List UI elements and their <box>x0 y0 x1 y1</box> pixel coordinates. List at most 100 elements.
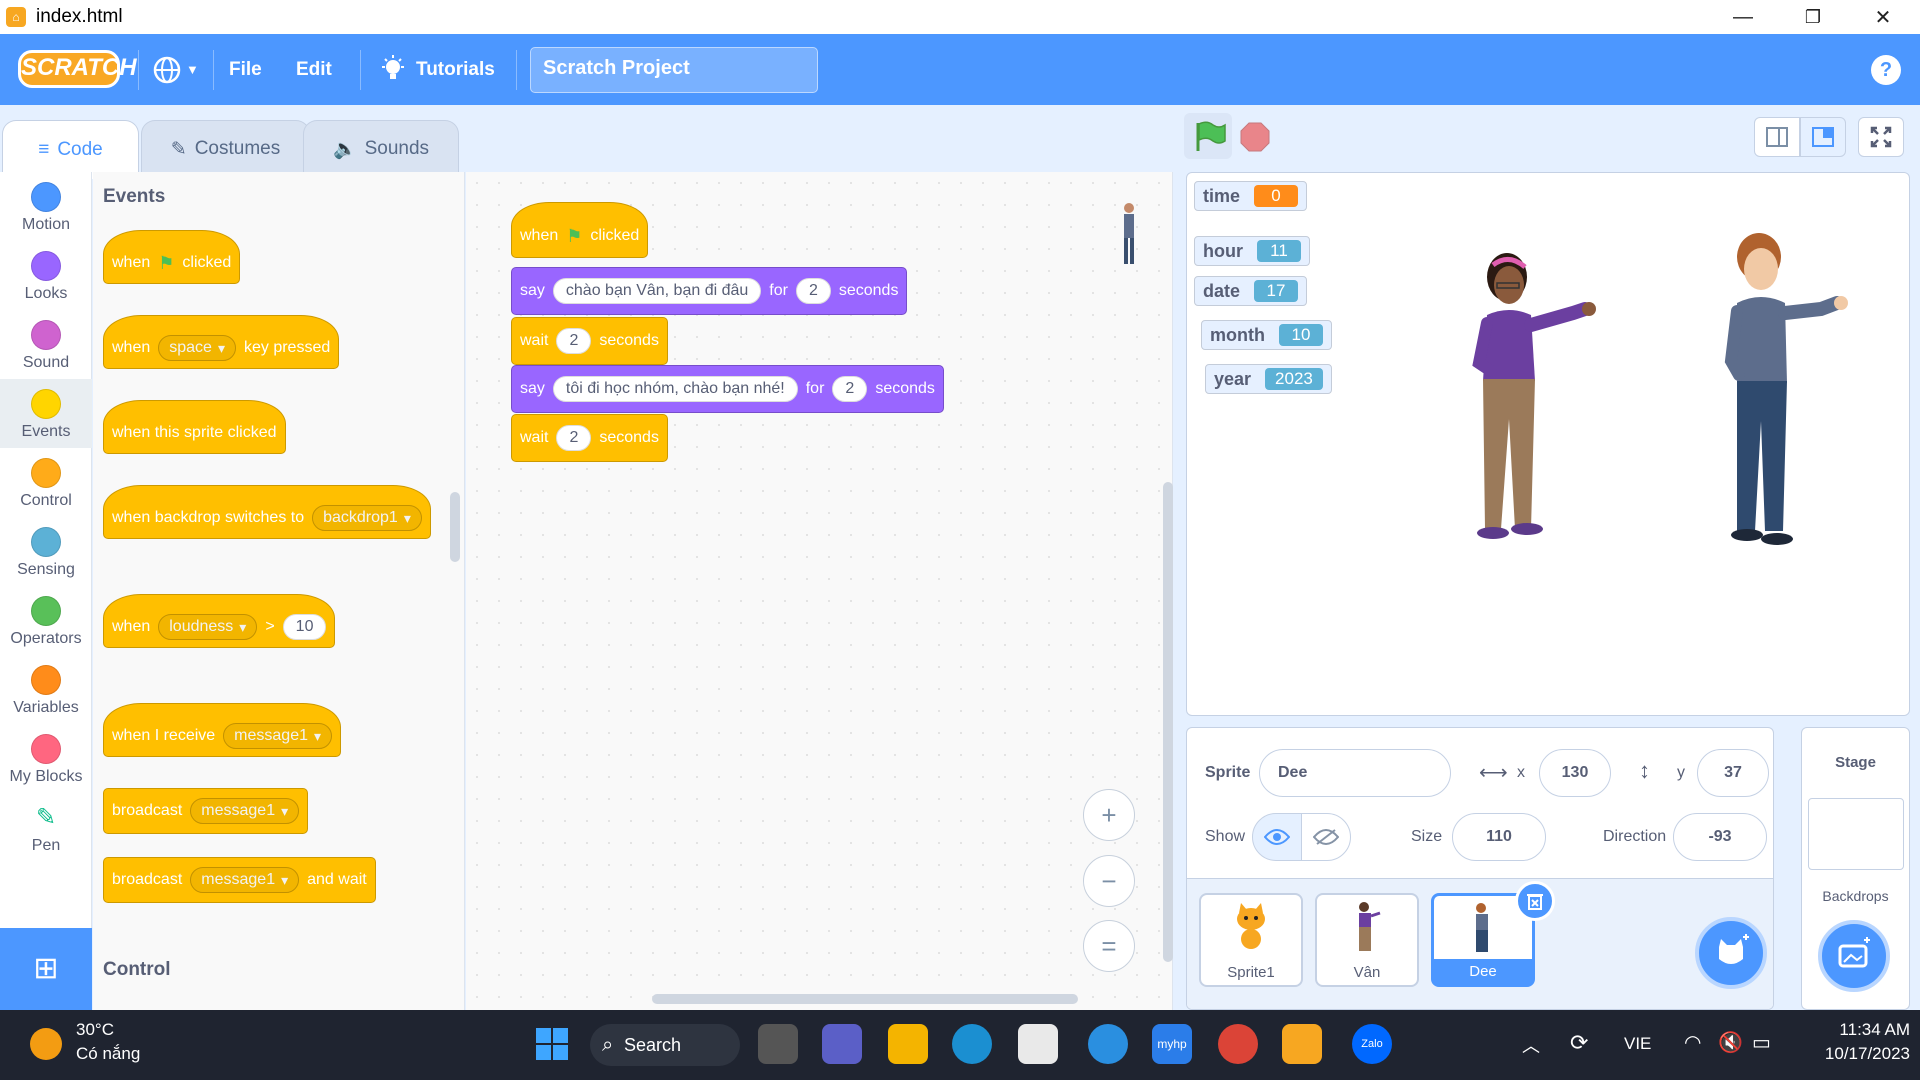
category-my-blocks[interactable]: My Blocks <box>0 724 92 793</box>
chrome-icon[interactable] <box>1218 1024 1258 1064</box>
tab-costumes[interactable]: ✎ Costumes <box>141 120 310 177</box>
file-menu[interactable]: File <box>229 34 262 105</box>
help-button[interactable]: ? <box>1871 55 1901 85</box>
monitor-month[interactable]: month 10 <box>1201 320 1332 350</box>
small-stage-button[interactable] <box>1754 117 1800 157</box>
script-area[interactable]: when ⚑ clicked say chào bạn Vân, bạn đi đâu… <box>466 172 1173 1010</box>
choose-backdrop-button[interactable] <box>1818 920 1890 992</box>
category-pen[interactable]: ✎ Pen <box>0 793 92 862</box>
normal-stage-button[interactable] <box>1800 117 1846 157</box>
category-events[interactable]: Events <box>0 379 92 448</box>
zoom-reset-button[interactable]: = <box>1083 920 1135 972</box>
stop-button[interactable] <box>1240 122 1270 152</box>
block-broadcast[interactable]: broadcast message1 <box>103 788 309 834</box>
broadcast-dropdown[interactable]: message1 <box>190 798 300 824</box>
monitor-time[interactable]: time 0 <box>1194 181 1308 211</box>
tab-code[interactable]: ≡ Code <box>2 120 139 179</box>
category-motion[interactable]: Motion <box>0 172 92 241</box>
x-input[interactable]: 130 <box>1539 749 1611 797</box>
weather-temp[interactable]: 30°C <box>76 1020 114 1040</box>
broadcast-wait-dropdown[interactable]: message1 <box>190 867 300 893</box>
green-flag-button[interactable] <box>1184 113 1232 159</box>
block-broadcast-and-wait[interactable]: broadcastmessage1and wait <box>103 857 376 903</box>
script-say-2[interactable]: say tôi đi học nhóm, chào bạn nhé! for 2 sec… <box>511 365 944 413</box>
wait1-input[interactable]: 2 <box>556 328 592 354</box>
block-when-loudness[interactable]: whenloudness>10 <box>103 594 336 648</box>
tab-sounds[interactable]: 🔈 Sounds <box>303 120 459 177</box>
backdrop-dropdown[interactable]: backdrop1 <box>312 505 422 531</box>
tutorials-button[interactable]: Tutorials <box>380 34 495 105</box>
scratch-app-icon[interactable] <box>1282 1024 1322 1064</box>
show-hidden-button[interactable] <box>1301 813 1351 861</box>
clock-time[interactable]: 11:34 AM <box>1800 1020 1910 1040</box>
category-operators[interactable]: Operators <box>0 586 92 655</box>
wait2-input[interactable]: 2 <box>556 425 592 451</box>
battery-icon[interactable]: ▭ <box>1752 1030 1771 1055</box>
delete-sprite-button[interactable] <box>1515 881 1555 921</box>
category-variables[interactable]: Variables <box>0 655 92 724</box>
script-wait-1[interactable]: wait 2 seconds <box>511 317 668 365</box>
block-when-i-receive[interactable]: when I receive message1 <box>103 703 342 757</box>
volume-muted-icon[interactable]: 🔇 <box>1718 1030 1743 1055</box>
script-say-1[interactable]: say chào bạn Vân, bạn đi đâu for 2 seconds <box>511 267 908 315</box>
zalo-icon[interactable]: Zalo <box>1352 1024 1392 1064</box>
sprite-tile-van[interactable]: Vân <box>1315 893 1419 987</box>
add-extension-button[interactable]: ⊞ <box>0 928 92 1010</box>
help-app-icon[interactable] <box>1088 1024 1128 1064</box>
weather-desc[interactable]: Có nắng <box>76 1044 140 1064</box>
block-when-sprite-clicked[interactable]: when this sprite clicked <box>103 400 286 454</box>
monitor-hour[interactable]: hour 11 <box>1194 236 1310 266</box>
close-button[interactable]: ✕ <box>1853 0 1913 34</box>
script-wait-2[interactable]: wait 2 seconds <box>511 414 668 462</box>
meet-icon[interactable] <box>822 1024 862 1064</box>
script-vertical-scrollbar[interactable] <box>1163 482 1173 962</box>
maximize-button[interactable]: ❐ <box>1783 0 1843 34</box>
size-input[interactable]: 110 <box>1452 813 1546 861</box>
sprite-van[interactable] <box>1457 243 1607 543</box>
say1-text-input[interactable]: chào bạn Vân, bạn đi đâu <box>552 278 762 304</box>
category-looks[interactable]: Looks <box>0 241 92 310</box>
script-when-flag-clicked[interactable]: when ⚑ clicked <box>511 202 649 258</box>
windows-start-button[interactable] <box>532 1024 572 1064</box>
language-menu[interactable]: ▼ <box>152 34 199 105</box>
message-dropdown[interactable]: message1 <box>223 723 333 749</box>
stage[interactable]: time 0 hour 11 date 17 month 10 year 2023 <box>1186 172 1910 716</box>
sensor-dropdown[interactable]: loudness <box>158 614 258 640</box>
zoom-out-button[interactable]: − <box>1083 855 1135 907</box>
wifi-icon[interactable]: ◠ <box>1684 1030 1701 1055</box>
file-explorer-icon[interactable] <box>888 1024 928 1064</box>
palette-scrollbar[interactable] <box>450 492 460 562</box>
say2-seconds-input[interactable]: 2 <box>832 376 868 402</box>
myhp-icon[interactable]: myhp <box>1152 1024 1192 1064</box>
task-view-icon[interactable] <box>758 1024 798 1064</box>
language-indicator[interactable]: VIE <box>1624 1034 1651 1054</box>
zoom-in-button[interactable]: + <box>1083 789 1135 841</box>
taskbar-search[interactable]: ⌕ Search <box>590 1024 740 1066</box>
fullscreen-button[interactable] <box>1858 117 1904 157</box>
minimize-button[interactable]: — <box>1713 0 1773 34</box>
store-icon[interactable] <box>1018 1024 1058 1064</box>
direction-input[interactable]: -93 <box>1673 813 1767 861</box>
block-when-key-pressed[interactable]: whenspacekey pressed <box>103 315 340 369</box>
edit-menu[interactable]: Edit <box>296 34 332 105</box>
say1-seconds-input[interactable]: 2 <box>795 278 831 304</box>
loudness-input[interactable]: 10 <box>282 614 327 640</box>
chevron-up-icon[interactable]: ︿ <box>1522 1032 1540 1058</box>
key-dropdown[interactable]: space <box>158 335 236 361</box>
y-input[interactable]: 37 <box>1697 749 1769 797</box>
block-when-flag-clicked[interactable]: when ⚑ clicked <box>103 230 241 284</box>
project-title-input[interactable]: Scratch Project <box>530 47 818 93</box>
edge-icon[interactable] <box>952 1024 992 1064</box>
monitor-date[interactable]: date 17 <box>1194 276 1308 306</box>
block-when-backdrop-switches[interactable]: when backdrop switches to backdrop1 <box>103 485 431 539</box>
sprite-name-input[interactable]: Dee <box>1259 749 1451 797</box>
clock-date[interactable]: 10/17/2023 <box>1800 1044 1910 1064</box>
say2-text-input[interactable]: tôi đi học nhóm, chào bạn nhé! <box>552 376 798 402</box>
sprite-dee[interactable] <box>1707 223 1857 553</box>
show-visible-button[interactable] <box>1252 813 1302 861</box>
sync-icon[interactable]: ⟳ <box>1570 1030 1588 1056</box>
choose-sprite-button[interactable] <box>1695 917 1767 989</box>
category-sound[interactable]: Sound <box>0 310 92 379</box>
monitor-year[interactable]: year 2023 <box>1205 364 1332 394</box>
sprite-tile-sprite1[interactable]: Sprite1 <box>1199 893 1303 987</box>
